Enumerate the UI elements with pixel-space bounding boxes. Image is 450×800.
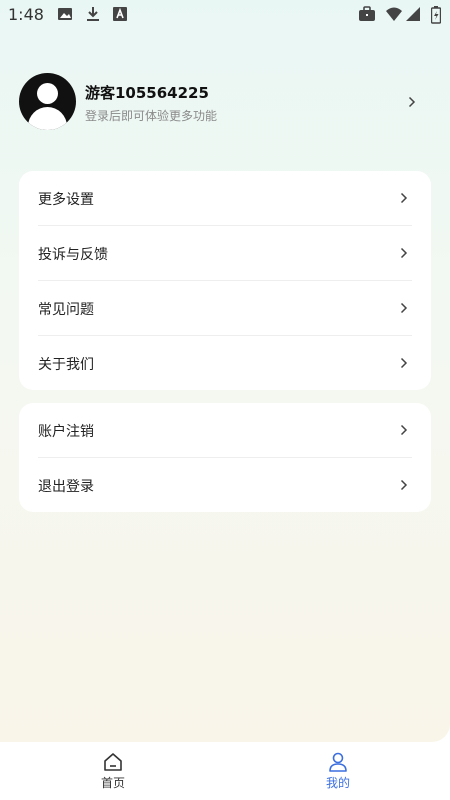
nav-tab-home[interactable]: 首页 (83, 752, 143, 791)
download-icon (85, 6, 101, 22)
wifi-icon (385, 6, 402, 22)
login-hint[interactable]: 登录后即可体验更多功能 (85, 107, 217, 124)
menu-item-delete-account[interactable]: 账户注销 (19, 403, 431, 458)
menu-item-about-us[interactable]: 关于我们 (19, 336, 431, 391)
chevron-right-icon (399, 302, 409, 314)
user-icon (308, 752, 368, 772)
avatar-head-shape (37, 83, 58, 104)
status-time: 1:48 (8, 5, 44, 24)
menu-item-logout[interactable]: 退出登录 (19, 458, 431, 513)
username[interactable]: 游客105564225 (85, 82, 209, 103)
signal-icon (405, 6, 421, 22)
menu-item-label: 关于我们 (38, 357, 94, 373)
avatar[interactable] (19, 73, 76, 130)
chevron-right-icon (399, 192, 409, 204)
chevron-right-icon (399, 479, 409, 491)
menu-item-label: 更多设置 (38, 192, 94, 208)
home-icon (83, 752, 143, 772)
nav-tab-label: 我的 (325, 776, 350, 790)
settings-menu-card: 更多设置 投诉与反馈 常见问题 关于我们 (19, 171, 431, 390)
app-screen: 1:48 游客105564225 登录后即可体验更多功能 更多设置 投诉与反馈 … (0, 0, 450, 742)
chevron-right-icon (399, 357, 409, 369)
avatar-body-shape (28, 107, 67, 130)
chevron-right-icon (399, 247, 409, 259)
a-box-icon (112, 6, 128, 22)
battery-icon (430, 6, 447, 24)
menu-item-label: 投诉与反馈 (38, 247, 108, 263)
bottom-nav: 首页 我的 (0, 742, 450, 800)
status-bar: 1:48 (0, 0, 450, 30)
menu-item-feedback[interactable]: 投诉与反馈 (19, 226, 431, 281)
image-icon (57, 6, 73, 22)
account-menu-card: 账户注销 退出登录 (19, 403, 431, 512)
briefcase-icon (358, 6, 375, 22)
nav-tab-label: 首页 (100, 776, 125, 790)
menu-item-label: 退出登录 (38, 479, 94, 495)
chevron-right-icon (399, 424, 409, 436)
menu-item-label: 常见问题 (38, 302, 94, 318)
menu-item-label: 账户注销 (38, 424, 94, 440)
nav-tab-mine[interactable]: 我的 (308, 752, 368, 791)
menu-item-faq[interactable]: 常见问题 (19, 281, 431, 336)
menu-item-more-settings[interactable]: 更多设置 (19, 171, 431, 226)
profile-chevron-right-icon[interactable] (407, 96, 417, 108)
